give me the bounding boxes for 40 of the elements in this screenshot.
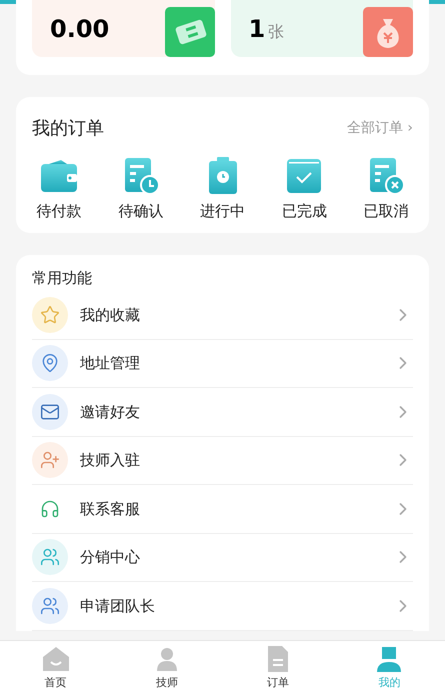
stat-card[interactable]: 0.00 xyxy=(32,0,214,57)
function-label: 联系客服 xyxy=(80,498,141,520)
function-item[interactable]: 申请团队长 xyxy=(32,582,413,630)
users-icon xyxy=(40,547,60,568)
function-item[interactable]: 邀请好友 xyxy=(32,388,413,436)
section-title: 我的订单 xyxy=(32,117,104,141)
function-item[interactable]: 技师入驻 xyxy=(32,436,413,485)
headset-icon xyxy=(40,498,60,519)
function-item[interactable]: 我的收藏 xyxy=(32,291,413,340)
user-plus-icon xyxy=(40,450,60,470)
tab[interactable]: 订单 xyxy=(222,641,334,696)
stat-value: 0.00 xyxy=(50,14,110,44)
person-icon xyxy=(375,645,404,674)
star-icon xyxy=(40,304,60,325)
tab[interactable]: 技师 xyxy=(111,641,222,696)
tab[interactable]: 首页 xyxy=(0,641,112,696)
order-status-button[interactable]: 进行中 xyxy=(196,156,250,222)
money-bag-icon xyxy=(363,7,413,57)
function-label: 分销中心 xyxy=(80,547,141,568)
team-icon xyxy=(40,596,60,616)
stat-unit: 张 xyxy=(268,20,284,42)
stat-value: 1 xyxy=(248,14,266,44)
ticket-icon xyxy=(164,7,214,57)
function-label: 地址管理 xyxy=(80,353,141,374)
order-status-button[interactable]: 待付款 xyxy=(32,156,86,222)
function-item[interactable]: 分销中心 xyxy=(32,534,413,582)
function-label: 技师入驻 xyxy=(80,450,141,471)
section-title: 常用功能 xyxy=(32,268,93,288)
order-status-button[interactable]: 待确认 xyxy=(114,156,168,222)
envelope-icon xyxy=(40,402,60,422)
function-item[interactable]: 联系客服 xyxy=(32,485,413,534)
order-status-button[interactable]: 已取消 xyxy=(359,156,413,222)
function-label: 我的收藏 xyxy=(80,304,141,326)
order-status-button[interactable]: 已完成 xyxy=(277,156,332,222)
function-item[interactable]: 地址管理 xyxy=(32,340,413,388)
function-label: 邀请好友 xyxy=(80,402,141,422)
stat-card[interactable]: 1 张 xyxy=(230,0,413,57)
home-icon xyxy=(42,645,70,674)
function-label: 申请团队长 xyxy=(80,596,156,616)
location-pin-icon xyxy=(40,353,60,374)
